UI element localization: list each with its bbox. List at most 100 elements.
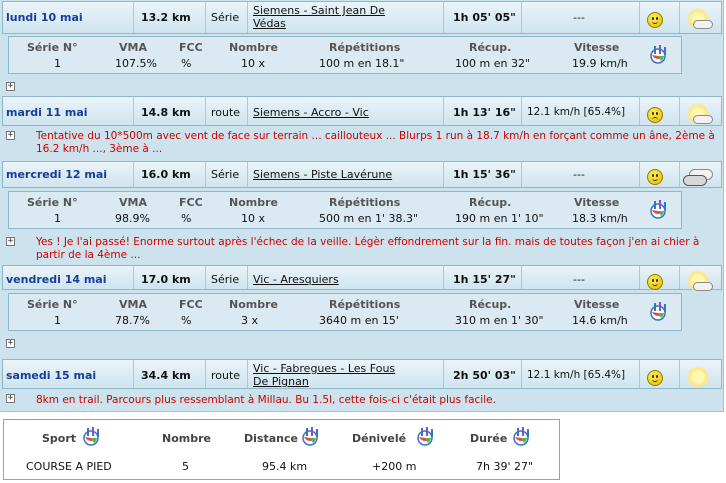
day-place-link[interactable]: Siemens - Piste Lavérune bbox=[253, 168, 413, 181]
column-divider bbox=[205, 162, 206, 187]
sport-icon bbox=[301, 426, 323, 446]
day-place-link[interactable]: Vic - Aresquiers bbox=[253, 273, 413, 286]
day-type: Série bbox=[211, 273, 240, 286]
expand-comment-toggle[interactable]: + bbox=[6, 394, 15, 403]
column-divider bbox=[639, 266, 640, 289]
series-value: 10 x bbox=[241, 212, 266, 225]
day-duration: 1h 15' 27" bbox=[453, 273, 516, 286]
column-divider bbox=[679, 360, 680, 388]
summary-panel: Sport COURSE A PIED Nombre 5 Distance 95.4 km… bbox=[3, 419, 560, 480]
summary-value: COURSE A PIED bbox=[26, 460, 112, 473]
day-distance: 14.8 km bbox=[141, 106, 191, 119]
series-value: 190 m en 1' 10" bbox=[455, 212, 544, 225]
series-value: 1 bbox=[54, 57, 61, 70]
column-divider bbox=[443, 2, 444, 33]
summary-header: Durée bbox=[470, 432, 508, 445]
dark-cloud-icon bbox=[683, 175, 707, 186]
expand-comment-toggle[interactable]: + bbox=[6, 82, 15, 91]
day-row[interactable]: mercredi 12 mai 16.0 km Série Siemens - Pis… bbox=[2, 161, 722, 188]
smiley-icon bbox=[647, 274, 663, 290]
cloud-icon bbox=[693, 20, 713, 29]
series-header: Récup. bbox=[469, 196, 512, 209]
day-date[interactable]: samedi 15 mai bbox=[6, 369, 96, 382]
column-divider bbox=[639, 97, 640, 125]
series-value: % bbox=[181, 57, 192, 70]
day-type: Série bbox=[211, 11, 240, 24]
column-divider bbox=[679, 266, 680, 289]
series-value: 14.6 km/h bbox=[572, 314, 628, 327]
column-divider bbox=[133, 162, 134, 187]
column-divider bbox=[443, 266, 444, 289]
day-date[interactable]: vendredi 14 mai bbox=[6, 273, 107, 286]
summary-value: 7h 39' 27" bbox=[476, 460, 534, 473]
day-date[interactable]: mercredi 12 mai bbox=[6, 168, 107, 181]
column-divider bbox=[133, 360, 134, 388]
day-comment: Yes ! Je l'ai passé! Enorme surtout aprè… bbox=[36, 236, 700, 261]
column-divider bbox=[205, 266, 206, 289]
series-header: Série N° bbox=[27, 196, 78, 209]
column-divider bbox=[247, 162, 248, 187]
column-divider bbox=[205, 360, 206, 388]
smiley-mouth bbox=[652, 178, 658, 181]
expand-comment-toggle[interactable]: + bbox=[6, 131, 15, 140]
series-value: 1 bbox=[54, 212, 61, 225]
series-header: Nombre bbox=[229, 196, 278, 209]
series-header: Nombre bbox=[229, 298, 278, 311]
day-distance: 17.0 km bbox=[141, 273, 191, 286]
column-divider bbox=[521, 266, 522, 289]
smiley-icon bbox=[647, 370, 663, 386]
series-detail-table: Série N° 1 VMA 78.7% FCC% Nombre 3 x Répétition… bbox=[8, 293, 682, 331]
day-speed-empty: --- bbox=[573, 11, 585, 24]
column-divider bbox=[247, 266, 248, 289]
series-value: 1 bbox=[54, 314, 61, 327]
smiley-icon bbox=[647, 169, 663, 185]
series-header: VMA bbox=[119, 196, 147, 209]
smiley-mouth bbox=[652, 283, 658, 286]
day-speed: 12.1 km/h [65.4%] bbox=[527, 369, 626, 381]
series-header: FCC bbox=[179, 298, 203, 311]
column-divider bbox=[247, 2, 248, 33]
column-divider bbox=[133, 97, 134, 125]
summary-header: Sport bbox=[42, 432, 77, 445]
day-type: route bbox=[211, 369, 241, 382]
column-divider bbox=[247, 97, 248, 125]
smiley-mouth bbox=[652, 21, 658, 24]
day-speed-empty: --- bbox=[573, 168, 585, 181]
series-header: FCC bbox=[179, 41, 203, 54]
day-comment: Tentative du 10*500m avec vent de face s… bbox=[36, 130, 715, 155]
expand-comment-toggle[interactable]: + bbox=[6, 339, 15, 348]
sun-icon bbox=[687, 366, 709, 388]
day-place-link[interactable]: Siemens - Accro - Vic bbox=[253, 106, 413, 119]
day-place-link[interactable]: Vic - Fabregues - Les Fous De Pignan bbox=[253, 362, 413, 388]
series-value: % bbox=[181, 212, 192, 225]
day-speed-empty: --- bbox=[573, 273, 585, 286]
expand-comment-toggle[interactable]: + bbox=[6, 237, 15, 246]
series-value: 100 m en 18.1" bbox=[319, 57, 405, 70]
series-value: 98.9% bbox=[115, 212, 150, 225]
day-distance: 34.4 km bbox=[141, 369, 191, 382]
day-place-link[interactable]: Siemens - Saint Jean De Védas bbox=[253, 4, 413, 30]
sport-icon bbox=[649, 301, 671, 321]
day-comment: 8km en trail. Parcours plus ressemblant … bbox=[36, 394, 496, 406]
column-divider bbox=[521, 2, 522, 33]
series-value: 78.7% bbox=[115, 314, 150, 327]
day-row[interactable]: vendredi 14 mai 17.0 km Série Vic - Aresqui… bbox=[2, 265, 722, 292]
cloud-icon bbox=[693, 282, 713, 291]
day-type: Série bbox=[211, 168, 240, 181]
series-value: 3 x bbox=[241, 314, 259, 327]
day-date[interactable]: mardi 11 mai bbox=[6, 106, 88, 119]
summary-value: 5 bbox=[182, 460, 189, 473]
series-header: Vitesse bbox=[574, 196, 620, 209]
column-divider bbox=[443, 162, 444, 187]
day-row[interactable]: mardi 11 mai 14.8 km route Siemens - Accro … bbox=[2, 96, 722, 126]
column-divider bbox=[247, 360, 248, 388]
column-divider bbox=[521, 97, 522, 125]
day-row[interactable]: samedi 15 mai 34.4 km route Vic - Fabregues… bbox=[2, 359, 722, 389]
day-date[interactable]: lundi 10 mai bbox=[6, 11, 83, 24]
day-row[interactable]: lundi 10 mai 13.2 km Série Siemens - Saint … bbox=[2, 1, 722, 34]
series-header: Répétitions bbox=[329, 196, 401, 209]
series-value: % bbox=[181, 314, 192, 327]
series-header: Répétitions bbox=[329, 41, 401, 54]
series-value: 18.3 km/h bbox=[572, 212, 628, 225]
series-value: 107.5% bbox=[115, 57, 157, 70]
